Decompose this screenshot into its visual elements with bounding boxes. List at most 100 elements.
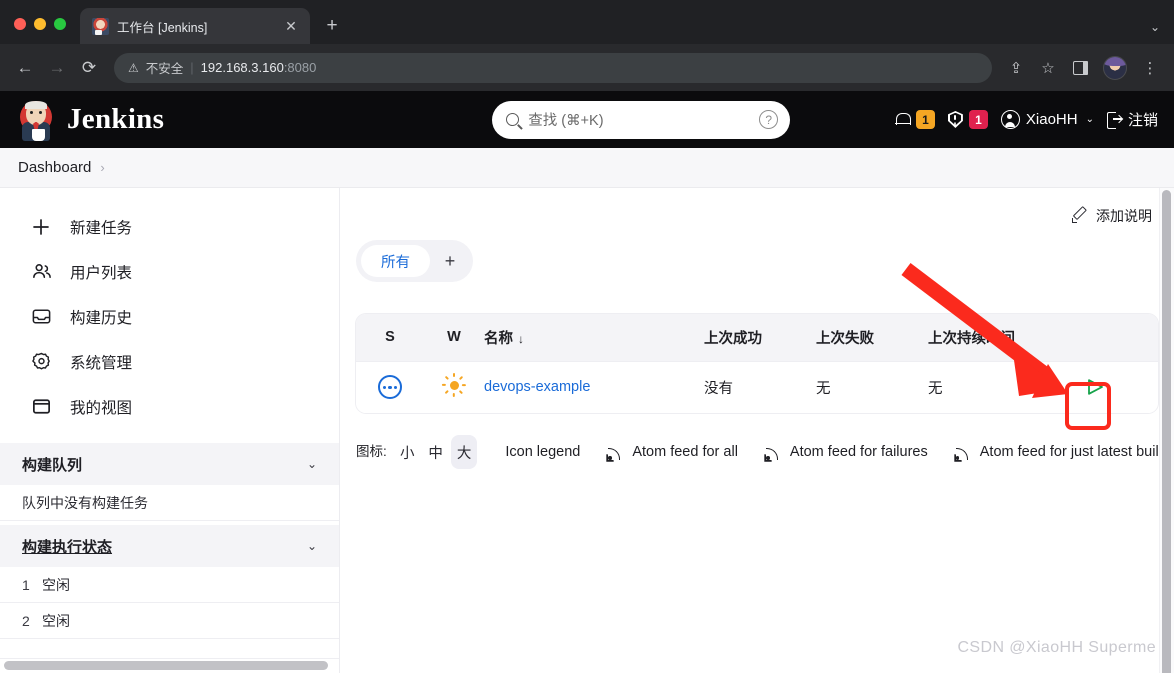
chevron-down-icon[interactable]: ⌄: [1150, 20, 1160, 34]
jenkins-body: 新建任务 用户列表 构建历史 系统管理 我的视图 构建队列 ⌄ 队列中没有构建任…: [0, 188, 1174, 673]
close-window-button[interactable]: [14, 18, 26, 30]
cell-last-failure: 无: [816, 360, 928, 413]
atom-feed-all-link[interactable]: Atom feed for all: [606, 444, 738, 461]
jenkins-brand-text: Jenkins: [67, 103, 165, 135]
sidebar-item-label: 用户列表: [70, 264, 133, 282]
forward-button[interactable]: →: [42, 53, 72, 83]
sidebar-item-label: 系统管理: [70, 354, 133, 372]
column-header-name[interactable]: 名称 ↓: [484, 314, 704, 361]
gear-icon: [30, 351, 52, 373]
executor-number: 2: [22, 612, 30, 629]
icon-legend-label: 图标:: [356, 444, 387, 460]
column-header-status[interactable]: S: [356, 314, 424, 361]
browser-tab[interactable]: 工作台 [Jenkins] ✕: [80, 8, 310, 44]
icon-size-small-button[interactable]: 小: [394, 435, 420, 469]
omnibox-separator: |: [190, 60, 194, 75]
tab-all[interactable]: 所有: [361, 245, 430, 277]
column-header-name-label: 名称: [484, 330, 513, 347]
column-header-last-success[interactable]: 上次成功: [704, 314, 816, 361]
back-button[interactable]: ←: [10, 53, 40, 83]
help-icon[interactable]: ?: [759, 110, 779, 129]
chevron-down-icon[interactable]: ⌄: [307, 539, 317, 553]
sidebar-item-new-job[interactable]: 新建任务: [0, 204, 339, 249]
security-warnings-button[interactable]: 1: [947, 110, 988, 129]
column-header-last-failure[interactable]: 上次失败: [816, 314, 928, 361]
table-header-row: S W 名称 ↓ 上次成功 上次失败 上次持续时间: [356, 314, 1158, 361]
chevron-down-icon: ⌄: [1085, 114, 1094, 125]
executor-row[interactable]: 1 空闲: [0, 567, 339, 603]
run-build-button[interactable]: [1078, 370, 1112, 404]
search-input[interactable]: 查找 (⌘+K) ?: [492, 100, 791, 139]
inbox-icon: [30, 306, 52, 328]
icon-legend-link-label: Icon legend: [505, 444, 581, 460]
insecure-label: 不安全: [145, 62, 184, 76]
reload-button[interactable]: ⟳: [74, 53, 104, 83]
atom-feed-all-label: Atom feed for all: [632, 444, 738, 460]
executor-row[interactable]: 2 空闲: [0, 603, 339, 639]
jenkins-logo-link[interactable]: Jenkins: [16, 99, 164, 141]
users-icon: [30, 261, 52, 283]
cell-last-success: 没有: [704, 360, 816, 413]
views-row: 所有 +: [340, 226, 1174, 282]
jobs-table-body: devops-example 没有 无 无: [356, 360, 1158, 413]
page-scrollbar-thumb[interactable]: [1162, 190, 1171, 673]
sort-descending-icon: ↓: [518, 331, 524, 346]
user-menu-button[interactable]: XiaoHH ⌄: [1000, 110, 1094, 129]
window-traffic-lights: [0, 18, 80, 44]
sidebar-item-manage-jenkins[interactable]: 系统管理: [0, 339, 339, 384]
cell-weather: [424, 360, 484, 413]
bell-icon: [894, 112, 911, 128]
logout-button[interactable]: 注销: [1106, 109, 1158, 130]
new-tab-button[interactable]: +: [318, 12, 346, 40]
add-description-button[interactable]: 添加说明: [1071, 206, 1152, 226]
chevron-right-icon: ›: [100, 160, 105, 175]
sidebar-item-people[interactable]: 用户列表: [0, 249, 339, 294]
maximize-window-button[interactable]: [54, 18, 66, 30]
browser-menu-icon[interactable]: ⋮: [1136, 54, 1164, 82]
address-bar[interactable]: ⚠ 不安全 | 192.168.3.160:8080: [114, 52, 992, 83]
description-row: 添加说明: [340, 206, 1174, 226]
atom-feed-failures-link[interactable]: Atom feed for failures: [764, 444, 928, 461]
search-placeholder: 查找 (⌘+K): [528, 113, 604, 129]
icon-size-large-button[interactable]: 大: [450, 435, 478, 469]
breadcrumb-item-dashboard[interactable]: Dashboard: [18, 159, 91, 176]
icon-size-medium-button[interactable]: 中: [422, 435, 448, 469]
profile-avatar[interactable]: [1103, 55, 1127, 80]
icon-legend-link[interactable]: Icon legend: [505, 444, 580, 460]
side-panel-icon[interactable]: [1066, 54, 1094, 82]
notifications-button[interactable]: 1: [894, 110, 935, 129]
job-link-devops-example[interactable]: devops-example: [484, 379, 590, 395]
cell-name: devops-example: [484, 360, 704, 413]
sunny-weather-icon: [442, 373, 467, 398]
atom-feed-latest-link[interactable]: Atom feed for just latest builds: [954, 444, 1174, 461]
executor-status: 空闲: [42, 576, 70, 593]
browser-window: 工作台 [Jenkins] ✕ + ⌄ ← → ⟳ ⚠ 不安全 | 192.16…: [0, 0, 1174, 673]
notification-count-badge: 1: [915, 110, 935, 129]
pending-status-icon[interactable]: [378, 375, 402, 400]
column-header-last-duration[interactable]: 上次持续时间: [928, 314, 1078, 361]
browser-toolbar: ← → ⟳ ⚠ 不安全 | 192.168.3.160:8080 ⇪ ☆ ⋮: [0, 44, 1174, 91]
build-queue-header[interactable]: 构建队列 ⌄: [0, 443, 339, 485]
build-queue-empty-row: 队列中没有构建任务: [0, 485, 339, 521]
sidebar-item-build-history[interactable]: 构建历史: [0, 294, 339, 339]
build-queue-title: 构建队列: [22, 456, 83, 474]
rss-icon: [606, 444, 623, 461]
close-icon[interactable]: ✕: [282, 17, 300, 35]
share-icon[interactable]: ⇪: [1002, 54, 1030, 82]
jobs-table-head: S W 名称 ↓ 上次成功 上次失败 上次持续时间: [356, 314, 1158, 361]
minimize-window-button[interactable]: [34, 18, 46, 30]
url-port: :8080: [283, 60, 317, 75]
sidebar-item-my-views[interactable]: 我的视图: [0, 384, 339, 429]
chevron-down-icon[interactable]: ⌄: [307, 457, 317, 471]
sidebar-divider: [0, 658, 339, 659]
cell-actions: [1078, 360, 1158, 413]
bookmark-star-icon[interactable]: ☆: [1034, 54, 1062, 82]
column-header-weather[interactable]: W: [424, 314, 484, 361]
jenkins-app: Jenkins 查找 (⌘+K) ? 1 1 XiaoHH ⌄ 注销 Dashb…: [0, 91, 1174, 673]
executor-status: 空闲: [42, 612, 70, 629]
sidebar-horizontal-scrollbar[interactable]: [4, 661, 328, 670]
tab-bar-right: ⌄: [1150, 20, 1174, 44]
add-view-button[interactable]: +: [432, 245, 468, 277]
build-executor-header[interactable]: 构建执行状态 ⌄: [0, 525, 339, 567]
breadcrumb: Dashboard ›: [0, 148, 1174, 188]
